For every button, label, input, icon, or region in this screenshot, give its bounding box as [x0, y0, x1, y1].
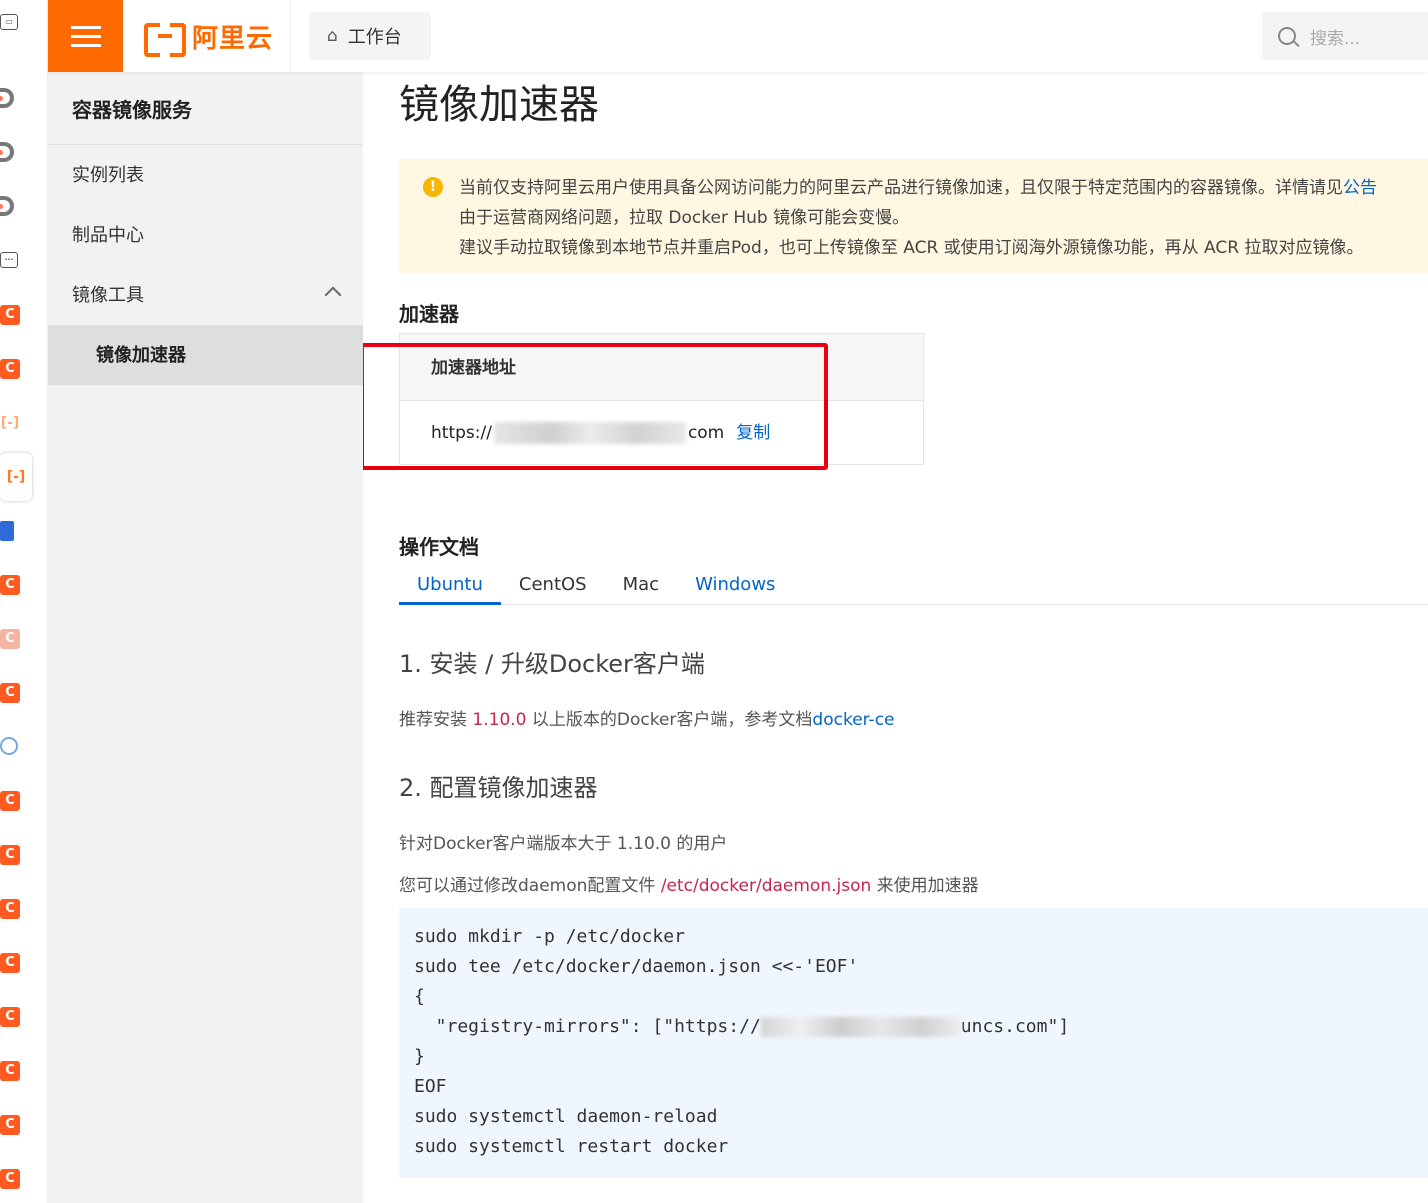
code-line: sudo systemctl restart docker [414, 1136, 729, 1157]
divider [290, 0, 291, 72]
sidebar-item-image-tools[interactable]: 镜像工具 [48, 265, 363, 325]
code-line: } [414, 1046, 425, 1067]
app-icon[interactable] [0, 88, 14, 108]
accelerator-section-title: 加速器 [399, 302, 459, 326]
csdn-tab-icon[interactable]: C [0, 359, 20, 379]
page-title: 镜像加速器 [399, 82, 599, 128]
sidebar: 容器镜像服务 实例列表 制品中心 镜像工具 镜像加速器 [48, 72, 363, 1203]
step2-text2-b: 来使用加速器 [871, 876, 979, 896]
tab-mac[interactable]: Mac [605, 569, 677, 605]
aliyun-tab-icon[interactable]: [-] [0, 413, 20, 433]
aliyun-tab-icon-active[interactable]: [-] [0, 453, 32, 501]
notice-line1: 当前仅支持阿里云用户使用具备公网访问能力的阿里云产品进行镜像加速，且仅限于特定范… [459, 178, 1343, 198]
config-path: /etc/docker/daemon.json [660, 876, 872, 896]
csdn-tab-icon[interactable]: C [0, 575, 20, 595]
step2-title: 2. 配置镜像加速器 [399, 774, 598, 802]
csdn-tab-icon[interactable]: C [0, 953, 20, 973]
hamburger-menu-button[interactable] [48, 0, 123, 72]
search-icon [1278, 27, 1296, 45]
csdn-tab-icon[interactable]: C [0, 899, 20, 919]
tab-centos[interactable]: CentOS [501, 569, 605, 605]
docker-ce-link[interactable]: docker-ce [812, 710, 894, 730]
announcement-link[interactable]: 公告 [1343, 178, 1377, 198]
csdn-tab-icon[interactable]: C [0, 791, 20, 811]
code-line: sudo mkdir -p /etc/docker [414, 926, 685, 947]
step1-text-b: 以上版本的Docker客户端，参考文档 [526, 710, 813, 730]
search-placeholder: 搜索... [1310, 28, 1361, 49]
logo-text: 阿里云 [192, 23, 274, 54]
csdn-tab-icon[interactable]: C [0, 1007, 20, 1027]
tab-windows[interactable]: Windows [677, 569, 793, 605]
step2-text1: 针对Docker客户端版本大于 1.10.0 的用户 [399, 834, 728, 854]
warning-icon: ! [423, 177, 443, 197]
step2-text2-a: 您可以通过修改daemon配置文件 [399, 876, 661, 896]
code-line: EOF [414, 1076, 447, 1097]
step2-text2: 您可以通过修改daemon配置文件 /etc/docker/daemon.jso… [399, 871, 979, 896]
tab-ubuntu[interactable]: Ubuntu [399, 569, 501, 605]
app-icon[interactable] [0, 196, 14, 216]
wifi-icon[interactable] [0, 737, 18, 755]
step1-text-a: 推荐安装 [399, 710, 473, 730]
aliyun-logo-icon [144, 23, 186, 57]
csdn-tab-icon[interactable]: C [0, 1115, 20, 1135]
sidebar-item-accelerator[interactable]: 镜像加速器 [48, 325, 363, 385]
code-line: { [414, 986, 425, 1007]
csdn-tab-icon[interactable]: C [0, 845, 20, 865]
version-number: 1.10.0 [472, 710, 527, 730]
calendar-icon[interactable]: ··· [0, 252, 18, 268]
sidebar-item-label: 镜像工具 [72, 285, 144, 306]
step1-text: 推荐安装 1.10.0 以上版本的Docker客户端，参考文档docker-ce [399, 705, 895, 730]
sidebar-item-instances[interactable]: 实例列表 [48, 145, 363, 205]
search-input[interactable]: 搜索... [1262, 12, 1428, 60]
highlight-box [363, 343, 828, 470]
notice-line2: 由于运营商网络问题，拉取 Docker Hub 镜像可能会变慢。 [459, 208, 910, 228]
notice-banner: ! 当前仅支持阿里云用户使用具备公网访问能力的阿里云产品进行镜像加速，且仅限于特… [399, 159, 1428, 273]
csdn-tab-icon[interactable]: C [0, 305, 20, 325]
sidebar-title: 容器镜像服务 [48, 72, 363, 145]
notice-line3: 建议手动拉取镜像到本地节点并重启Pod，也可上传镜像至 ACR 或使用订阅海外源… [459, 238, 1364, 258]
code-line-start: "registry-mirrors": ["https:// [414, 1016, 761, 1037]
sidebar-item-artifacts[interactable]: 制品中心 [48, 205, 363, 265]
os-tabs: Ubuntu CentOS Mac Windows [399, 569, 1428, 605]
app-icon[interactable] [0, 142, 14, 162]
code-line-end: uncs.com"] [960, 1016, 1070, 1037]
code-block[interactable]: sudo mkdir -p /etc/docker sudo tee /etc/d… [399, 908, 1428, 1178]
code-line: sudo tee /etc/docker/daemon.json <<-'EOF… [414, 956, 859, 977]
csdn-tab-icon[interactable]: C [0, 629, 20, 649]
home-icon: ⌂ [327, 26, 338, 46]
csdn-tab-icon[interactable]: C [0, 1169, 20, 1189]
step1-title: 1. 安装 / 升级Docker客户端 [399, 650, 705, 678]
aliyun-logo[interactable]: 阿里云 [144, 20, 274, 57]
top-bar: 阿里云 ⌂ 工作台 搜索... [48, 0, 1428, 72]
main-content: 镜像加速器 ! 当前仅支持阿里云用户使用具备公网访问能力的阿里云产品进行镜像加速… [363, 72, 1428, 1203]
csdn-tab-icon[interactable]: C [0, 683, 20, 703]
code-line: "registry-mirrors": ["https:// uncs.com"] [414, 1012, 1428, 1042]
docs-section-title: 操作文档 [399, 535, 479, 559]
workbench-button[interactable]: ⌂ 工作台 [309, 12, 431, 60]
workbench-label: 工作台 [347, 27, 402, 48]
book-icon[interactable] [0, 521, 14, 541]
browser-side-strip: ▭ ··· C C [-] [-] C C C C C C C C C C C [0, 0, 48, 1203]
window-icon[interactable]: ▭ [0, 14, 18, 30]
csdn-tab-icon[interactable]: C [0, 1061, 20, 1081]
chevron-up-icon [324, 286, 342, 304]
code-line: sudo systemctl daemon-reload [414, 1106, 718, 1127]
redacted-url [760, 1017, 961, 1037]
